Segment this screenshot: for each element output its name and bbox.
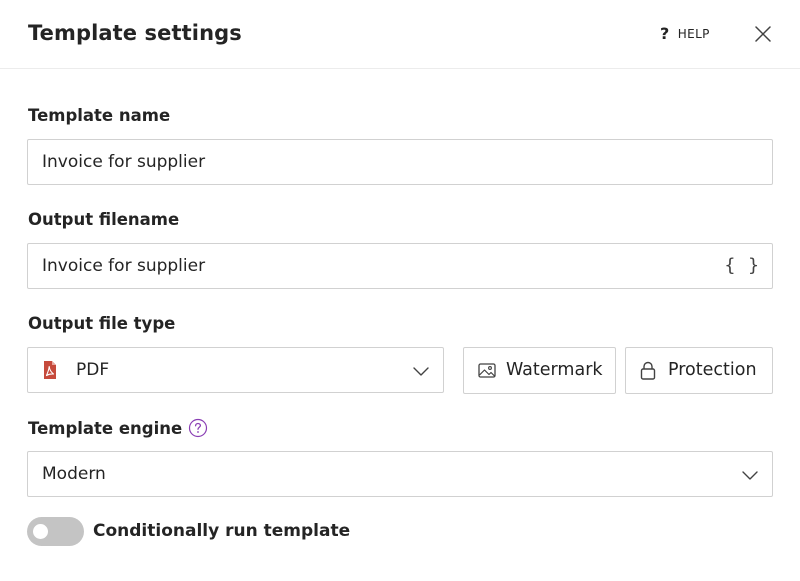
template-engine-value: Modern <box>42 464 106 484</box>
template-engine-dropdown[interactable]: Modern <box>27 451 773 497</box>
protection-button[interactable]: Protection <box>625 347 773 394</box>
question-circle-icon[interactable] <box>188 418 208 438</box>
output-filename-label: Output filename <box>28 210 180 229</box>
help-label: HELP <box>677 27 710 41</box>
template-name-field[interactable] <box>27 139 773 185</box>
output-filename-input[interactable] <box>28 244 722 288</box>
close-icon[interactable] <box>753 24 773 44</box>
lock-icon <box>640 361 656 380</box>
watermark-button[interactable]: Watermark <box>463 347 616 394</box>
dialog-header: Template settings ? HELP <box>0 0 800 69</box>
dialog-title: Template settings <box>28 21 242 45</box>
template-name-label: Template name <box>28 106 171 125</box>
chevron-down-icon <box>742 471 758 480</box>
file-type-value: PDF <box>76 360 110 380</box>
watermark-label: Watermark <box>506 360 603 380</box>
toggle-knob <box>33 524 48 539</box>
question-mark-icon: ? <box>660 24 670 43</box>
image-icon <box>478 363 496 378</box>
curly-braces-icon[interactable]: { } <box>724 255 760 276</box>
output-file-type-label: Output file type <box>28 314 176 333</box>
template-engine-label-text: Template engine <box>28 418 183 438</box>
file-type-dropdown[interactable]: PDF <box>27 347 444 393</box>
template-name-input[interactable] <box>28 140 772 184</box>
chevron-down-icon <box>413 367 429 376</box>
pdf-icon <box>44 361 56 379</box>
conditional-run-toggle[interactable] <box>27 517 84 546</box>
protection-label: Protection <box>668 360 757 380</box>
help-button[interactable]: ? HELP <box>660 26 710 42</box>
template-engine-label: Template engine <box>28 418 208 438</box>
output-filename-field[interactable]: { } <box>27 243 773 289</box>
conditional-run-label: Conditionally run template <box>93 521 351 541</box>
